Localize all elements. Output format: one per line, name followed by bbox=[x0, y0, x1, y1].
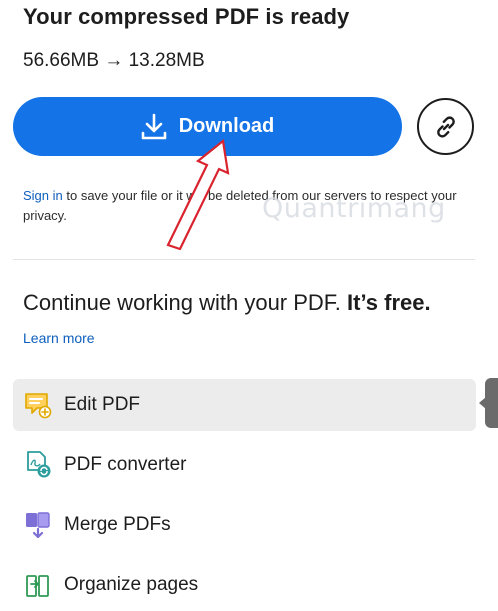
section-divider bbox=[13, 259, 475, 260]
signin-link[interactable]: Sign in bbox=[23, 188, 63, 203]
edit-pdf-icon bbox=[25, 393, 52, 419]
page-title: Your compressed PDF is ready bbox=[23, 4, 350, 29]
tool-organize-pages[interactable]: Organize pages bbox=[13, 559, 476, 611]
continue-heading: Continue working with your PDF. It’s fre… bbox=[23, 290, 431, 315]
annotation-arrow bbox=[166, 138, 230, 250]
watermark-logo: Quantrimang bbox=[262, 193, 446, 224]
pdf-converter-icon bbox=[27, 451, 51, 478]
copy-link-button[interactable] bbox=[417, 98, 474, 155]
tool-merge-pdfs[interactable]: Merge PDFs bbox=[13, 499, 476, 551]
tool-pdf-converter[interactable]: PDF converter bbox=[13, 439, 476, 491]
organize-pages-icon bbox=[26, 575, 49, 597]
link-icon bbox=[436, 115, 455, 138]
file-size-change: 56.66MB → 13.28MB bbox=[23, 50, 205, 71]
side-panel-tab[interactable] bbox=[479, 378, 498, 428]
tool-label: Organize pages bbox=[64, 574, 199, 595]
merge-pdfs-icon bbox=[26, 512, 50, 539]
tool-label: Merge PDFs bbox=[64, 514, 171, 535]
tool-edit-pdf[interactable]: Edit PDF bbox=[13, 379, 476, 431]
tool-label: Edit PDF bbox=[64, 394, 141, 415]
learn-more-link[interactable]: Learn more bbox=[23, 330, 95, 346]
tool-label: PDF converter bbox=[64, 454, 187, 475]
